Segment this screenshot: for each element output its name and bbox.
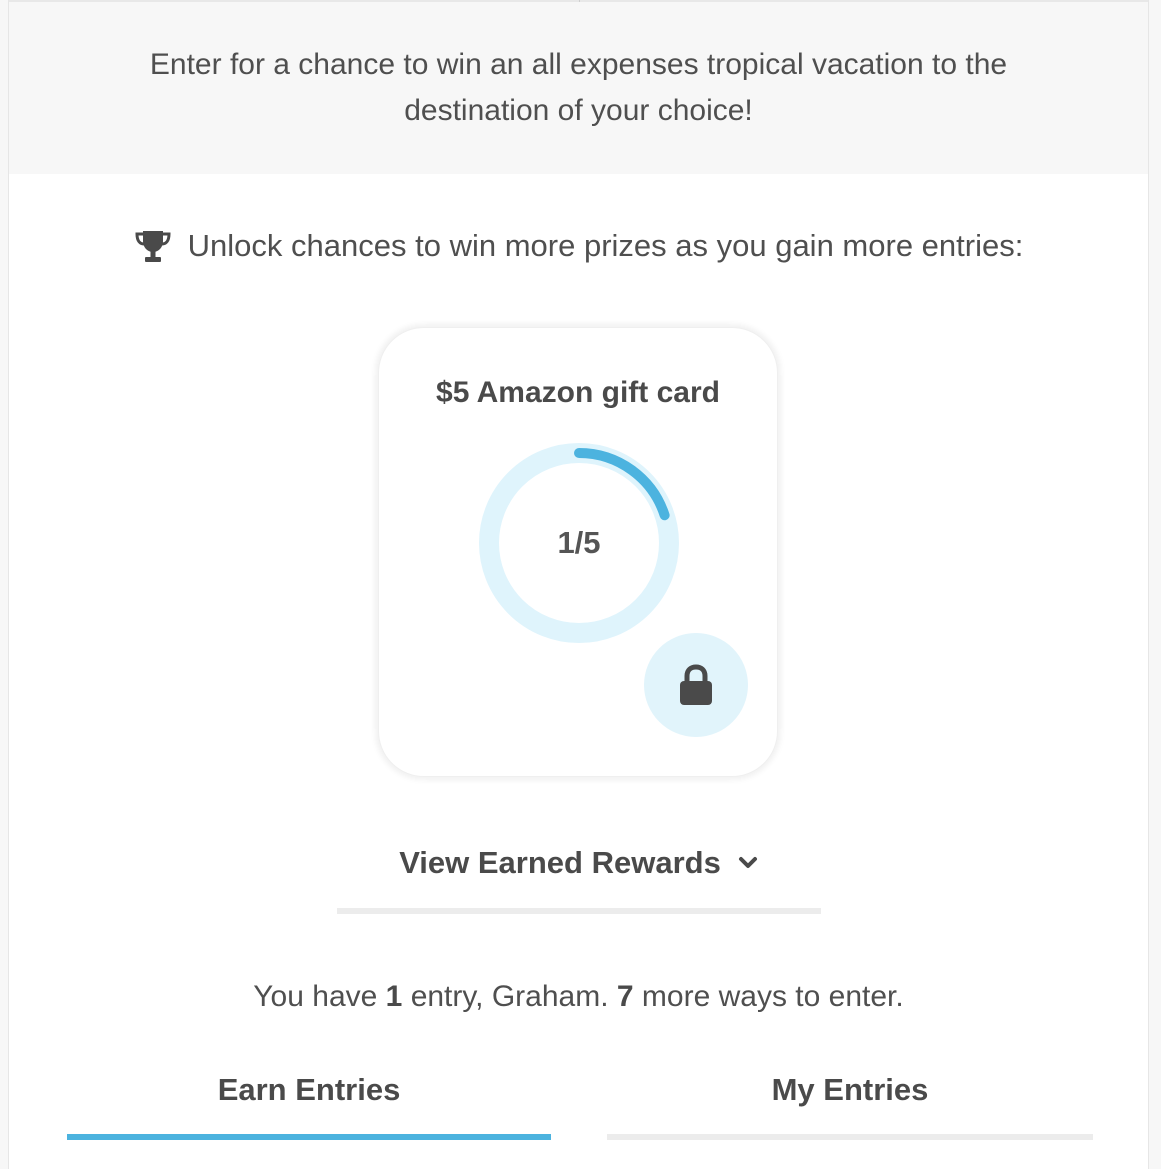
status-entries-suffix: entry, Graham.	[410, 980, 609, 1013]
entry-count: 1	[385, 980, 403, 1013]
chevron-down-icon	[738, 857, 757, 868]
unlock-text: Unlock chances to win more prizes as you…	[187, 228, 1024, 263]
view-earned-rewards-label: View Earned Rewards	[399, 845, 721, 880]
prize-name: $5 Amazon gift card	[436, 376, 720, 409]
unlock-heading: Unlock chances to win more prizes as you…	[9, 228, 1148, 264]
tab-my-entries[interactable]: My Entries	[607, 1062, 1093, 1140]
tab-earn-entries[interactable]: Earn Entries	[67, 1062, 551, 1140]
ways-count: 7	[616, 980, 634, 1013]
tab-my-entries-label: My Entries	[771, 1072, 929, 1107]
entry-status: You have 1 entry, Graham. 7 more ways to…	[9, 980, 1148, 1014]
contest-widget: Enter for a chance to win an all expense…	[8, 0, 1149, 1169]
tab-earn-entries-label: Earn Entries	[217, 1072, 401, 1107]
status-ways-suffix: more ways to enter.	[641, 980, 904, 1013]
view-earned-rewards-underline	[337, 908, 821, 914]
status-prefix: You have	[253, 980, 378, 1013]
view-earned-rewards-button[interactable]: View Earned Rewards	[337, 838, 821, 914]
trophy-icon	[134, 229, 172, 263]
tab-my-entries-indicator	[607, 1134, 1093, 1140]
progress-label: 1/5	[557, 525, 601, 560]
lock-badge	[644, 633, 748, 737]
intro-text: Enter for a chance to win an all expense…	[149, 48, 1008, 127]
tab-earn-entries-indicator	[67, 1134, 551, 1140]
lock-icon	[680, 664, 712, 705]
intro-banner: Enter for a chance to win an all expense…	[9, 2, 1148, 174]
reward-card: $5 Amazon gift card 1/5	[378, 327, 778, 777]
